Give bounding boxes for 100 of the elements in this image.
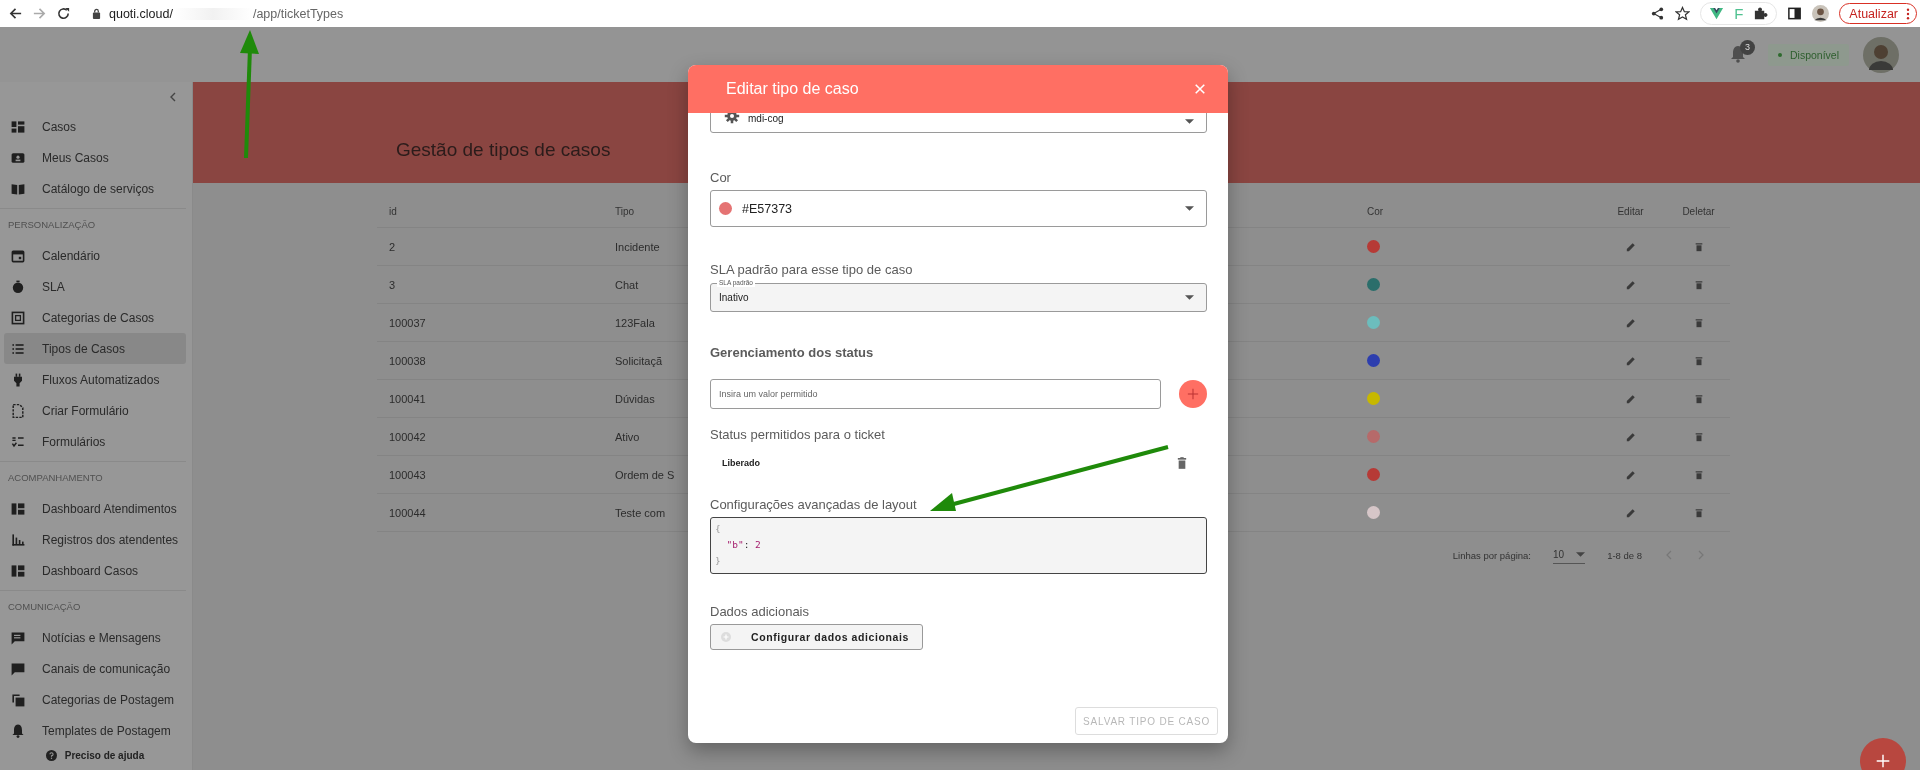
caret-icon	[1185, 295, 1194, 300]
sidebar-item[interactable]: Notícias e Mensagens	[4, 622, 186, 653]
edit-icon[interactable]	[1625, 241, 1636, 252]
caret-icon	[1185, 119, 1194, 124]
table-cell: Chat	[615, 278, 639, 291]
sidebar-item[interactable]: Dashboard Casos	[4, 555, 186, 586]
delete-icon[interactable]	[1693, 241, 1704, 252]
bell-icon	[10, 722, 26, 739]
sidebar-item[interactable]: Meus Casos	[4, 142, 186, 173]
help-link[interactable]: Preciso de ajuda	[4, 750, 186, 761]
address-bar[interactable]: quoti.cloud/ /app/ticketTypes	[92, 2, 1192, 25]
section-heading: ACOMPANHAMENTO	[8, 472, 103, 483]
table-cell: Ordem de S	[615, 468, 675, 481]
help-icon	[45, 750, 57, 761]
profile-avatar[interactable]	[1812, 5, 1830, 22]
column-header: Cor	[1367, 206, 1384, 217]
edit-icon[interactable]	[1625, 393, 1636, 404]
side-panel-icon[interactable]	[1787, 6, 1803, 21]
calendar-icon	[10, 247, 26, 264]
puzzle-icon[interactable]	[1753, 6, 1769, 21]
delete-icon[interactable]	[1693, 393, 1704, 404]
delete-icon[interactable]	[1693, 355, 1704, 366]
chat-icon	[10, 660, 26, 677]
color-select[interactable]: #E57373	[710, 190, 1207, 227]
share-icon[interactable]	[1650, 6, 1666, 21]
dialog-title: Editar tipo de caso	[726, 80, 859, 98]
timer-icon	[10, 278, 26, 295]
rows-per-page-label: Linhas por página:	[1452, 549, 1531, 561]
icon-select[interactable]: mdi-cog	[710, 113, 1207, 133]
code-editor[interactable]: { "b": 2 }	[710, 517, 1207, 574]
edit-icon[interactable]	[1625, 431, 1636, 442]
table-cell: Ativo	[615, 430, 640, 443]
configure-button[interactable]: Configurar dados adicionais	[710, 624, 923, 650]
table-cell: 100037	[389, 316, 426, 329]
v-logo-icon[interactable]	[1709, 6, 1725, 21]
sidebar-item[interactable]: Fluxos Automatizados	[4, 364, 186, 395]
page-range: 1-8 de 8	[1607, 549, 1642, 561]
sidebar-item[interactable]: Casos	[4, 111, 186, 142]
sidebar-item[interactable]: SLA	[4, 271, 186, 302]
section-heading: Gerenciamento dos status	[710, 345, 874, 360]
add-status-button[interactable]	[1179, 380, 1207, 408]
status-chip[interactable]: Disponível	[1767, 43, 1849, 66]
edit-icon[interactable]	[1625, 279, 1636, 290]
section-heading: PERSONALIZAÇÃO	[8, 219, 96, 230]
sidebar-item[interactable]: Registros dos atendentes	[4, 524, 186, 555]
url-host: quoti.cloud/	[109, 6, 173, 21]
field-label: Cor	[710, 170, 731, 185]
caret-icon	[1185, 206, 1194, 211]
caret-icon	[1576, 552, 1586, 557]
delete-icon[interactable]	[1693, 507, 1704, 518]
delete-icon[interactable]	[1693, 469, 1704, 480]
sidebar-item[interactable]: Formulários	[4, 426, 186, 457]
edit-icon[interactable]	[1625, 469, 1636, 480]
table-cell: 3	[389, 278, 396, 291]
section-heading: Dados adicionais	[710, 604, 809, 619]
sidebar-item[interactable]: Criar Formulário	[4, 395, 186, 426]
delete-icon[interactable]	[1177, 457, 1187, 469]
sidebar-item[interactable]: Catálogo de serviços	[4, 173, 186, 204]
edit-icon[interactable]	[1625, 507, 1636, 518]
table-cell: Incidente	[615, 240, 660, 253]
status-input[interactable]: Insira um valor permitido	[710, 379, 1161, 409]
rows-per-page-select[interactable]: 10	[1553, 546, 1586, 564]
column-header: id	[389, 206, 397, 217]
table-cell: 100041	[389, 392, 426, 405]
sidebar-item[interactable]: Dashboard Atendimentos	[4, 493, 186, 524]
notification-count: 3	[1739, 39, 1755, 55]
plus-icon	[1187, 388, 1199, 400]
star-icon[interactable]	[1675, 6, 1691, 21]
dashboard-icon	[10, 118, 26, 135]
plus-icon	[1874, 752, 1892, 770]
sidebar-item[interactable]: Tipos de Casos	[4, 333, 186, 364]
dashboard-icon	[10, 500, 26, 517]
message-icon	[10, 629, 26, 646]
update-button[interactable]: Atualizar	[1839, 3, 1917, 24]
reload-icon[interactable]	[56, 6, 71, 21]
sidebar-item[interactable]: Calendário	[4, 240, 186, 271]
sidebar-item[interactable]: Canais de comunicação	[4, 653, 186, 684]
user-avatar[interactable]	[1863, 36, 1899, 73]
edit-icon[interactable]	[1625, 355, 1636, 366]
sidebar-item[interactable]: Categorias de Casos	[4, 302, 186, 333]
forward-icon[interactable]	[32, 6, 47, 21]
column-header: Tipo	[615, 206, 635, 217]
delete-icon[interactable]	[1693, 279, 1704, 290]
sidebar-item[interactable]: Categorias de Postagem	[4, 684, 186, 715]
column-header: Deletar	[1682, 206, 1715, 217]
table-cell: 2	[389, 240, 396, 253]
section-heading: Configurações avançadas de layout	[710, 497, 917, 512]
delete-icon[interactable]	[1693, 317, 1704, 328]
back-icon[interactable]	[8, 6, 23, 21]
delete-icon[interactable]	[1693, 431, 1704, 442]
sidebar-item[interactable]: Templates de Postagem	[4, 715, 186, 746]
kebab-icon	[1906, 7, 1910, 20]
section-heading: SLA padrão para esse tipo de caso	[710, 262, 913, 277]
table-cell: Teste com	[615, 506, 666, 519]
collapse-icon[interactable]	[168, 91, 178, 102]
bar-chart-icon	[10, 531, 26, 548]
edit-icon[interactable]	[1625, 317, 1636, 328]
copy-icon	[10, 691, 26, 708]
section-heading: COMUNICAÇÃO	[8, 601, 81, 612]
close-icon[interactable]	[1194, 83, 1206, 95]
